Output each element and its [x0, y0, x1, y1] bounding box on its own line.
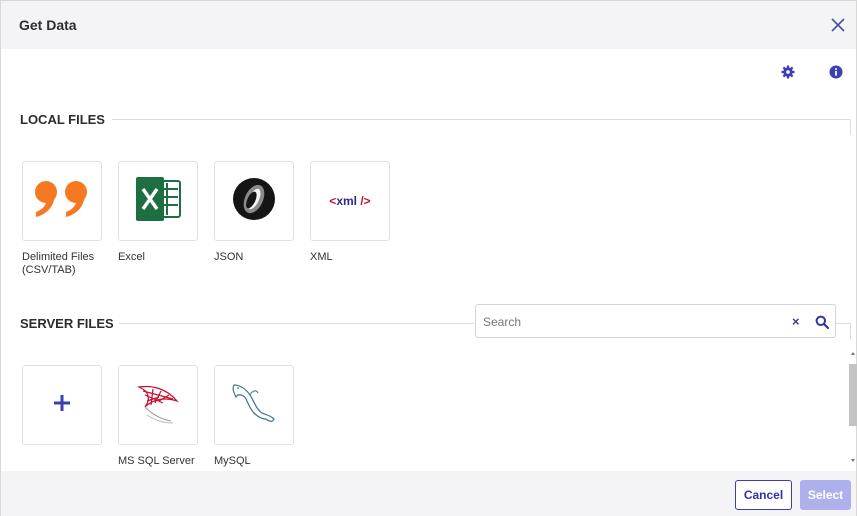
cancel-button[interactable]: Cancel — [735, 480, 792, 510]
server-files-divider-edge — [850, 323, 851, 339]
info-icon[interactable] — [829, 65, 843, 79]
get-data-dialog: Get Data LOCAL FILES Delimited Files (CS… — [0, 0, 857, 516]
dialog-footer — [1, 471, 856, 516]
gear-icon[interactable] — [781, 65, 795, 79]
dialog-header: Get Data — [1, 1, 856, 49]
server-file-label-mysql: MySQL — [214, 455, 251, 467]
excel-icon — [134, 176, 182, 226]
select-button[interactable]: Select — [800, 480, 851, 510]
mysql-icon — [228, 379, 280, 432]
local-file-label-json: JSON — [214, 251, 244, 263]
local-file-label-excel: Excel — [118, 251, 145, 263]
server-files-divider-tail — [836, 323, 850, 324]
server-file-tile-mysql[interactable] — [214, 365, 294, 445]
local-file-tile-delimited[interactable] — [22, 161, 102, 241]
server-file-tile-mssql[interactable] — [118, 365, 198, 445]
search-icon[interactable] — [815, 315, 830, 330]
close-icon[interactable] — [826, 13, 850, 37]
local-file-tile-xml[interactable]: <xml /> — [310, 161, 390, 241]
json-icon — [232, 177, 276, 226]
local-file-tile-excel[interactable] — [118, 161, 198, 241]
dialog-title: Get Data — [19, 17, 77, 33]
server-files-heading: SERVER FILES — [20, 316, 114, 331]
local-files-divider-edge — [850, 119, 851, 135]
plus-icon — [52, 393, 72, 418]
local-file-label-xml: XML — [310, 251, 333, 263]
search-input[interactable] — [483, 313, 773, 331]
server-search-box: × — [475, 304, 836, 338]
local-files-divider — [112, 119, 850, 120]
xml-icon: <xml /> — [329, 194, 371, 208]
local-file-tile-json[interactable] — [214, 161, 294, 241]
quote-icon — [30, 179, 94, 224]
server-files-scrollbar[interactable] — [849, 346, 857, 468]
server-files-divider — [119, 323, 474, 324]
add-server-connection-tile[interactable] — [22, 365, 102, 445]
local-file-label-delimited: Delimited Files (CSV/TAB) — [22, 251, 95, 276]
mssql-icon — [133, 379, 183, 432]
local-files-heading: LOCAL FILES — [20, 112, 105, 127]
server-file-label-mssql: MS SQL Server JDBC/Azure D... — [118, 455, 195, 467]
clear-search-icon[interactable]: × — [792, 314, 800, 329]
